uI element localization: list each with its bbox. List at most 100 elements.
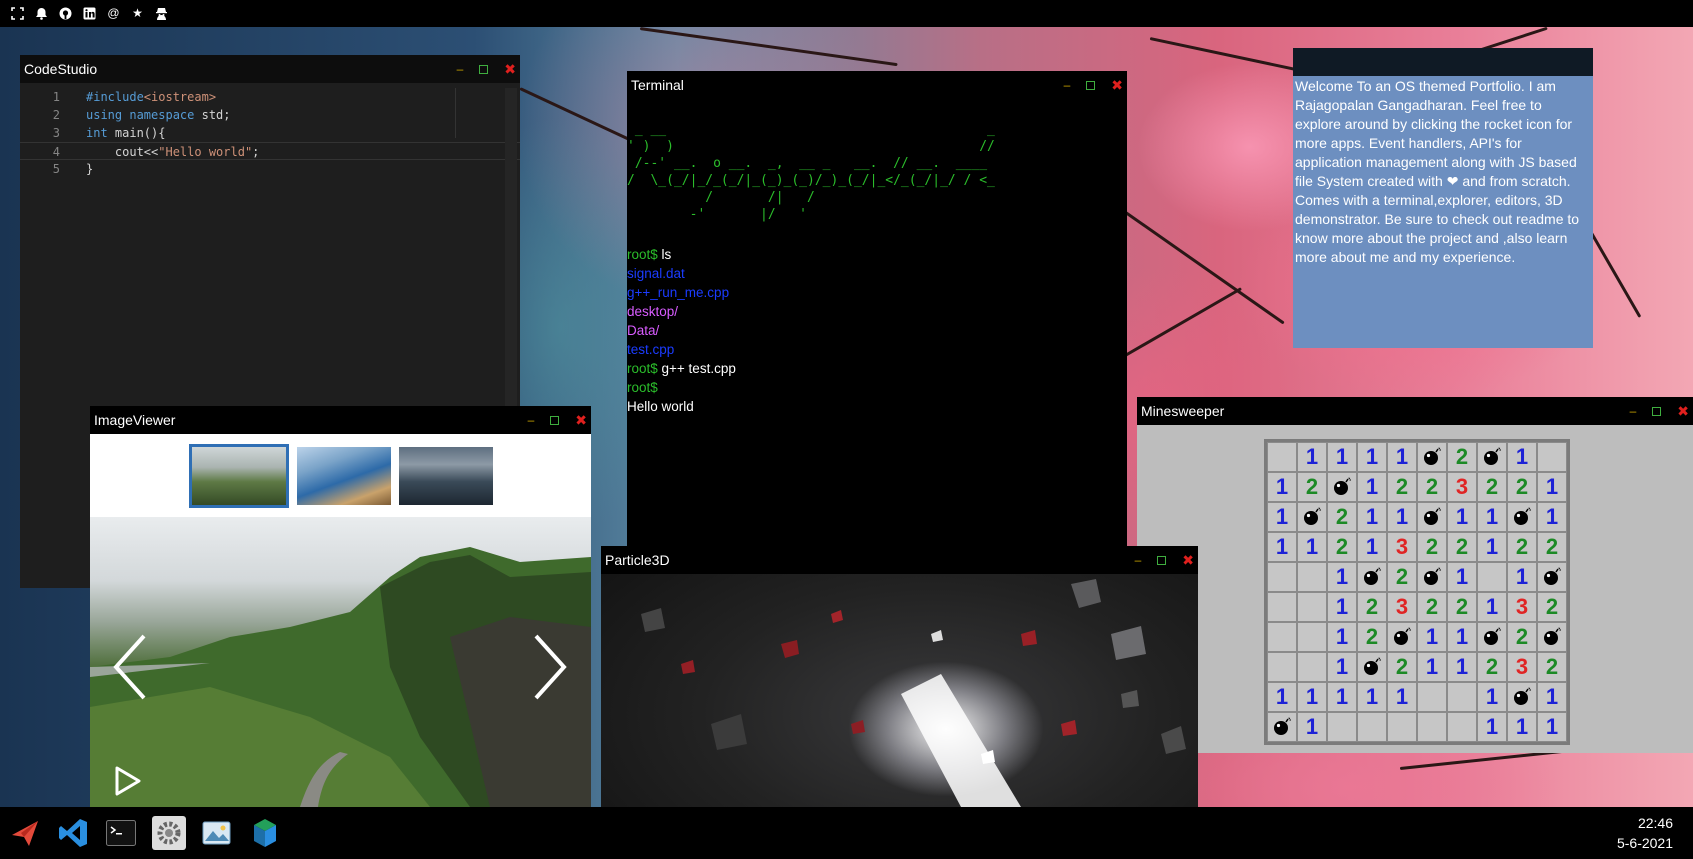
mine-cell[interactable]: 1 [1297, 532, 1327, 562]
mine-cell[interactable]: 1 [1447, 652, 1477, 682]
mine-cell[interactable]: 2 [1417, 532, 1447, 562]
mine-cell[interactable]: 1 [1387, 442, 1417, 472]
mine-cell[interactable]: 1 [1477, 502, 1507, 532]
image-viewer-icon[interactable] [200, 816, 234, 850]
window-titlebar[interactable]: Terminal – ✖ [627, 71, 1127, 99]
mine-cell[interactable]: 1 [1327, 682, 1357, 712]
mine-cell-bomb[interactable] [1477, 622, 1507, 652]
mine-cell[interactable] [1537, 442, 1567, 472]
mine-cell[interactable]: 2 [1447, 442, 1477, 472]
window-titlebar[interactable]: Minesweeper – ✖ [1137, 397, 1693, 425]
mine-cell-bomb[interactable] [1477, 442, 1507, 472]
thumbnail[interactable] [296, 447, 391, 505]
mine-cell-bomb[interactable] [1417, 442, 1447, 472]
mine-cell[interactable]: 1 [1267, 682, 1297, 712]
minimize-button[interactable]: – [457, 55, 464, 83]
close-button[interactable]: ✖ [1677, 397, 1689, 425]
mine-cell[interactable] [1297, 652, 1327, 682]
mine-cell[interactable]: 2 [1417, 472, 1447, 502]
terminal-window[interactable]: Terminal – ✖ _ __ _ ' ) ) // /--' __. o … [627, 71, 1127, 569]
particle-canvas[interactable] [601, 574, 1198, 807]
mine-cell[interactable]: 2 [1387, 652, 1417, 682]
thumbnail[interactable] [398, 447, 493, 505]
mine-cell[interactable]: 1 [1447, 562, 1477, 592]
window-titlebar[interactable]: Particle3D – ✖ [601, 546, 1198, 574]
bell-icon[interactable] [34, 6, 49, 21]
mine-cell[interactable]: 1 [1477, 712, 1507, 742]
mine-cell-bomb[interactable] [1507, 502, 1537, 532]
mine-cell-bomb[interactable] [1537, 562, 1567, 592]
settings-icon[interactable] [152, 816, 186, 850]
mine-cell[interactable]: 1 [1327, 652, 1357, 682]
mine-cell[interactable]: 3 [1507, 592, 1537, 622]
mine-cell[interactable]: 1 [1297, 682, 1327, 712]
mine-cell[interactable] [1447, 682, 1477, 712]
vscode-icon[interactable] [56, 816, 90, 850]
mine-cell[interactable] [1327, 712, 1357, 742]
mine-cell[interactable] [1417, 712, 1447, 742]
mine-cell[interactable]: 1 [1267, 472, 1297, 502]
maximize-button[interactable] [479, 64, 489, 74]
mine-cell-bomb[interactable] [1327, 472, 1357, 502]
mine-cell[interactable]: 1 [1387, 502, 1417, 532]
maximize-button[interactable] [1157, 555, 1167, 565]
mine-cell[interactable]: 1 [1447, 502, 1477, 532]
mine-cell[interactable]: 1 [1327, 442, 1357, 472]
mine-cell[interactable] [1267, 442, 1297, 472]
close-button[interactable]: ✖ [1111, 71, 1123, 99]
mine-cell[interactable]: 3 [1387, 532, 1417, 562]
mine-cell-bomb[interactable] [1357, 652, 1387, 682]
previous-image-button[interactable] [110, 632, 150, 702]
at-icon[interactable]: @ [106, 6, 121, 21]
minesweeper-window[interactable]: Minesweeper – ✖ 111121121223221121111111… [1137, 397, 1693, 753]
mine-cell[interactable]: 1 [1537, 712, 1567, 742]
minimize-button[interactable]: – [528, 406, 535, 434]
github-icon[interactable] [58, 6, 73, 21]
mine-cell[interactable]: 2 [1507, 622, 1537, 652]
close-button[interactable]: ✖ [504, 55, 516, 83]
3d-icon[interactable] [248, 816, 282, 850]
mine-cell[interactable]: 2 [1297, 472, 1327, 502]
code-minimap[interactable] [455, 88, 505, 138]
mine-cell[interactable] [1477, 562, 1507, 592]
mine-cell[interactable]: 1 [1327, 562, 1357, 592]
mine-cell[interactable]: 1 [1357, 502, 1387, 532]
mine-cell[interactable]: 2 [1327, 532, 1357, 562]
mine-cell[interactable]: 1 [1417, 622, 1447, 652]
terminal-output[interactable]: _ __ _ ' ) ) // /--' __. o __. _, __ _ _… [627, 103, 1127, 569]
mine-cell[interactable] [1267, 652, 1297, 682]
play-slideshow-button[interactable] [114, 765, 142, 797]
mine-cell[interactable]: 1 [1327, 622, 1357, 652]
mine-cell[interactable] [1447, 712, 1477, 742]
mine-cell[interactable]: 1 [1507, 562, 1537, 592]
mine-cell[interactable]: 2 [1537, 592, 1567, 622]
window-titlebar[interactable]: ImageViewer – ✖ [90, 406, 591, 434]
thumbnail[interactable] [188, 444, 289, 508]
fullscreen-icon[interactable] [10, 6, 25, 21]
mine-cell-bomb[interactable] [1357, 562, 1387, 592]
mine-cell[interactable]: 2 [1537, 532, 1567, 562]
mine-cell[interactable]: 1 [1507, 712, 1537, 742]
mine-cell[interactable]: 3 [1447, 472, 1477, 502]
mine-cell[interactable]: 3 [1507, 652, 1537, 682]
mine-cell[interactable]: 1 [1267, 532, 1297, 562]
mine-cell[interactable] [1297, 592, 1327, 622]
mine-cell-bomb[interactable] [1417, 502, 1447, 532]
mine-cell[interactable]: 1 [1297, 442, 1327, 472]
mine-cell[interactable] [1267, 622, 1297, 652]
mine-cell[interactable]: 3 [1387, 592, 1417, 622]
maximize-button[interactable] [1652, 406, 1662, 416]
mine-cell[interactable]: 2 [1327, 502, 1357, 532]
particle3d-window[interactable]: Particle3D – ✖ [601, 546, 1198, 807]
mine-cell[interactable]: 1 [1387, 682, 1417, 712]
mine-cell[interactable]: 1 [1537, 502, 1567, 532]
mine-cell[interactable]: 2 [1507, 472, 1537, 502]
mine-cell[interactable]: 2 [1447, 592, 1477, 622]
mine-cell[interactable]: 2 [1387, 562, 1417, 592]
linkedin-icon[interactable] [82, 6, 97, 21]
minimize-button[interactable]: – [1135, 546, 1142, 574]
mine-cell[interactable]: 2 [1417, 592, 1447, 622]
mine-cell[interactable]: 2 [1447, 532, 1477, 562]
mine-cell[interactable] [1267, 592, 1297, 622]
rocket-icon[interactable] [8, 816, 42, 850]
